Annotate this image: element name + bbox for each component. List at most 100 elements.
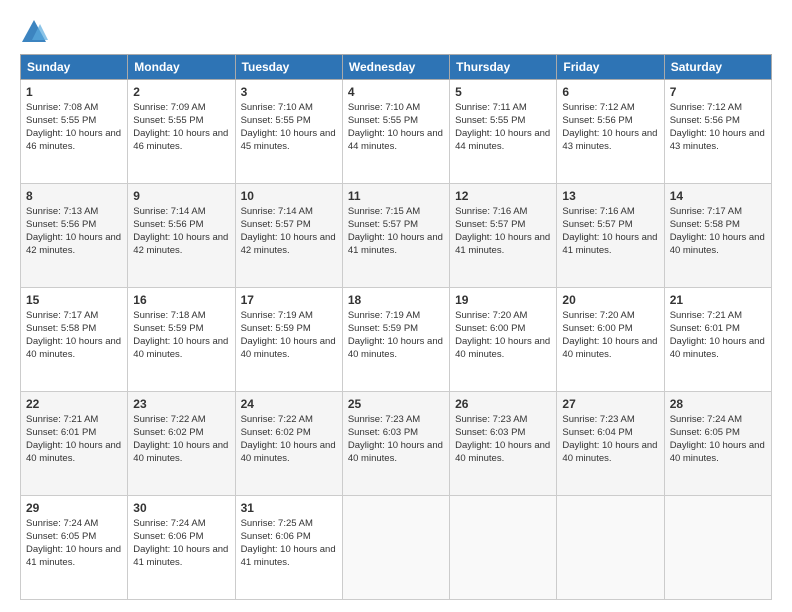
sunrise-text: Sunrise: 7:10 AM: [348, 102, 420, 113]
calendar-week-row: 1 Sunrise: 7:08 AM Sunset: 5:55 PM Daylight…: [21, 80, 772, 184]
sunrise-text: Sunrise: 7:19 AM: [348, 310, 420, 321]
sunset-text: Sunset: 5:59 PM: [133, 323, 203, 334]
day-number: 13: [562, 188, 658, 204]
logo: [20, 18, 52, 46]
sunrise-text: Sunrise: 7:19 AM: [241, 310, 313, 321]
daylight-text: Daylight: 10 hours and 44 minutes.: [348, 128, 443, 152]
calendar-cell: 25 Sunrise: 7:23 AM Sunset: 6:03 PM Dayligh…: [342, 392, 449, 496]
calendar-cell: 17 Sunrise: 7:19 AM Sunset: 5:59 PM Dayligh…: [235, 288, 342, 392]
sunset-text: Sunset: 5:58 PM: [26, 323, 96, 334]
day-number: 16: [133, 292, 229, 308]
calendar-week-row: 22Sunrise: 7:21 AMSunset: 6:01 PMDayligh…: [21, 392, 772, 496]
calendar-cell: 4Sunrise: 7:10 AMSunset: 5:55 PMDaylight…: [342, 80, 449, 184]
sunrise-text: Sunrise: 7:14 AM: [133, 206, 205, 217]
calendar-cell: 18Sunrise: 7:19 AMSunset: 5:59 PMDayligh…: [342, 288, 449, 392]
logo-icon: [20, 18, 48, 46]
sunrise-text: Sunrise: 7:08 AM: [26, 102, 98, 113]
sunrise-text: Sunrise: 7:12 AM: [562, 102, 634, 113]
daylight-text: Daylight: 10 hours and 41 minutes.: [26, 544, 121, 568]
sunset-text: Sunset: 5:57 PM: [455, 219, 525, 230]
calendar-cell: 21Sunrise: 7:21 AMSunset: 6:01 PMDayligh…: [664, 288, 771, 392]
calendar-cell: 1Sunrise: 7:08 AMSunset: 5:55 PMDaylight…: [21, 80, 128, 184]
header: [20, 18, 772, 46]
calendar-cell: 2Sunrise: 7:09 AMSunset: 5:55 PMDaylight…: [128, 80, 235, 184]
daylight-text: Daylight: 10 hours and 40 minutes.: [562, 336, 657, 360]
sunrise-text: Sunrise: 7:21 AM: [26, 414, 98, 425]
sunset-text: Sunset: 6:04 PM: [562, 427, 632, 438]
daylight-text: Daylight: 10 hours and 40 minutes.: [562, 440, 657, 464]
calendar-cell: 30Sunrise: 7:24 AMSunset: 6:06 PMDayligh…: [128, 496, 235, 600]
daylight-text: Daylight: 10 hours and 40 minutes.: [26, 336, 121, 360]
daylight-text: Daylight: 10 hours and 40 minutes.: [455, 440, 550, 464]
day-number: 17: [241, 292, 337, 308]
calendar-cell: 11Sunrise: 7:15 AMSunset: 5:57 PMDayligh…: [342, 184, 449, 288]
sunrise-text: Sunrise: 7:11 AM: [455, 102, 527, 113]
calendar-cell: 10Sunrise: 7:14 AMSunset: 5:57 PMDayligh…: [235, 184, 342, 288]
day-number: 20: [562, 292, 658, 308]
sunrise-text: Sunrise: 7:22 AM: [241, 414, 313, 425]
calendar-cell: 22Sunrise: 7:21 AMSunset: 6:01 PMDayligh…: [21, 392, 128, 496]
sunset-text: Sunset: 6:06 PM: [241, 531, 311, 542]
sunrise-text: Sunrise: 7:23 AM: [562, 414, 634, 425]
daylight-text: Daylight: 10 hours and 46 minutes.: [26, 128, 121, 152]
weekday-header: Friday: [557, 55, 664, 80]
calendar-week-row: 8Sunrise: 7:13 AMSunset: 5:56 PMDaylight…: [21, 184, 772, 288]
day-number: 6: [562, 84, 658, 100]
day-number: 3: [241, 84, 337, 100]
daylight-text: Daylight: 10 hours and 46 minutes.: [133, 128, 228, 152]
sunrise-text: Sunrise: 7:12 AM: [670, 102, 742, 113]
daylight-text: Daylight: 10 hours and 41 minutes.: [455, 232, 550, 256]
sunrise-text: Sunrise: 7:22 AM: [133, 414, 205, 425]
weekday-header: Wednesday: [342, 55, 449, 80]
sunset-text: Sunset: 6:02 PM: [133, 427, 203, 438]
calendar-cell: [342, 496, 449, 600]
day-number: 31: [241, 500, 337, 516]
sunset-text: Sunset: 5:57 PM: [562, 219, 632, 230]
daylight-text: Daylight: 10 hours and 40 minutes.: [241, 336, 336, 360]
day-number: 23: [133, 396, 229, 412]
day-number: 12: [455, 188, 551, 204]
daylight-text: Daylight: 10 hours and 41 minutes.: [562, 232, 657, 256]
day-number: 25: [348, 396, 444, 412]
sunset-text: Sunset: 6:00 PM: [562, 323, 632, 334]
day-number: 30: [133, 500, 229, 516]
sunset-text: Sunset: 5:55 PM: [348, 115, 418, 126]
sunset-text: Sunset: 5:56 PM: [26, 219, 96, 230]
weekday-header: Saturday: [664, 55, 771, 80]
calendar-cell: 24Sunrise: 7:22 AMSunset: 6:02 PMDayligh…: [235, 392, 342, 496]
sunset-text: Sunset: 5:56 PM: [133, 219, 203, 230]
sunrise-text: Sunrise: 7:17 AM: [26, 310, 98, 321]
sunset-text: Sunset: 6:00 PM: [455, 323, 525, 334]
weekday-header: Thursday: [450, 55, 557, 80]
day-number: 5: [455, 84, 551, 100]
calendar-week-row: 15 Sunrise: 7:17 AM Sunset: 5:58 PM Dayligh…: [21, 288, 772, 392]
daylight-text: Daylight: 10 hours and 40 minutes.: [348, 440, 443, 464]
calendar-cell: 5Sunrise: 7:11 AMSunset: 5:55 PMDaylight…: [450, 80, 557, 184]
daylight-text: Daylight: 10 hours and 40 minutes.: [241, 440, 336, 464]
day-number: 15: [26, 292, 122, 308]
weekday-header: Tuesday: [235, 55, 342, 80]
daylight-text: Daylight: 10 hours and 43 minutes.: [562, 128, 657, 152]
sunrise-text: Sunrise: 7:23 AM: [348, 414, 420, 425]
sunrise-text: Sunrise: 7:14 AM: [241, 206, 313, 217]
day-number: 9: [133, 188, 229, 204]
day-number: 28: [670, 396, 766, 412]
sunset-text: Sunset: 5:55 PM: [133, 115, 203, 126]
day-number: 1: [26, 84, 122, 100]
calendar-cell: 31Sunrise: 7:25 AMSunset: 6:06 PMDayligh…: [235, 496, 342, 600]
sunrise-text: Sunrise: 7:16 AM: [455, 206, 527, 217]
weekday-header: Monday: [128, 55, 235, 80]
calendar-cell: 20Sunrise: 7:20 AMSunset: 6:00 PMDayligh…: [557, 288, 664, 392]
sunset-text: Sunset: 6:03 PM: [348, 427, 418, 438]
calendar-cell: 26Sunrise: 7:23 AMSunset: 6:03 PMDayligh…: [450, 392, 557, 496]
day-number: 21: [670, 292, 766, 308]
sunset-text: Sunset: 6:05 PM: [670, 427, 740, 438]
sunset-text: Sunset: 5:59 PM: [241, 323, 311, 334]
calendar-cell: 7Sunrise: 7:12 AMSunset: 5:56 PMDaylight…: [664, 80, 771, 184]
calendar-cell: 9Sunrise: 7:14 AMSunset: 5:56 PMDaylight…: [128, 184, 235, 288]
daylight-text: Daylight: 10 hours and 40 minutes.: [455, 336, 550, 360]
day-number: 19: [455, 292, 551, 308]
sunset-text: Sunset: 6:01 PM: [670, 323, 740, 334]
sunset-text: Sunset: 6:02 PM: [241, 427, 311, 438]
sunrise-text: Sunrise: 7:24 AM: [26, 518, 98, 529]
